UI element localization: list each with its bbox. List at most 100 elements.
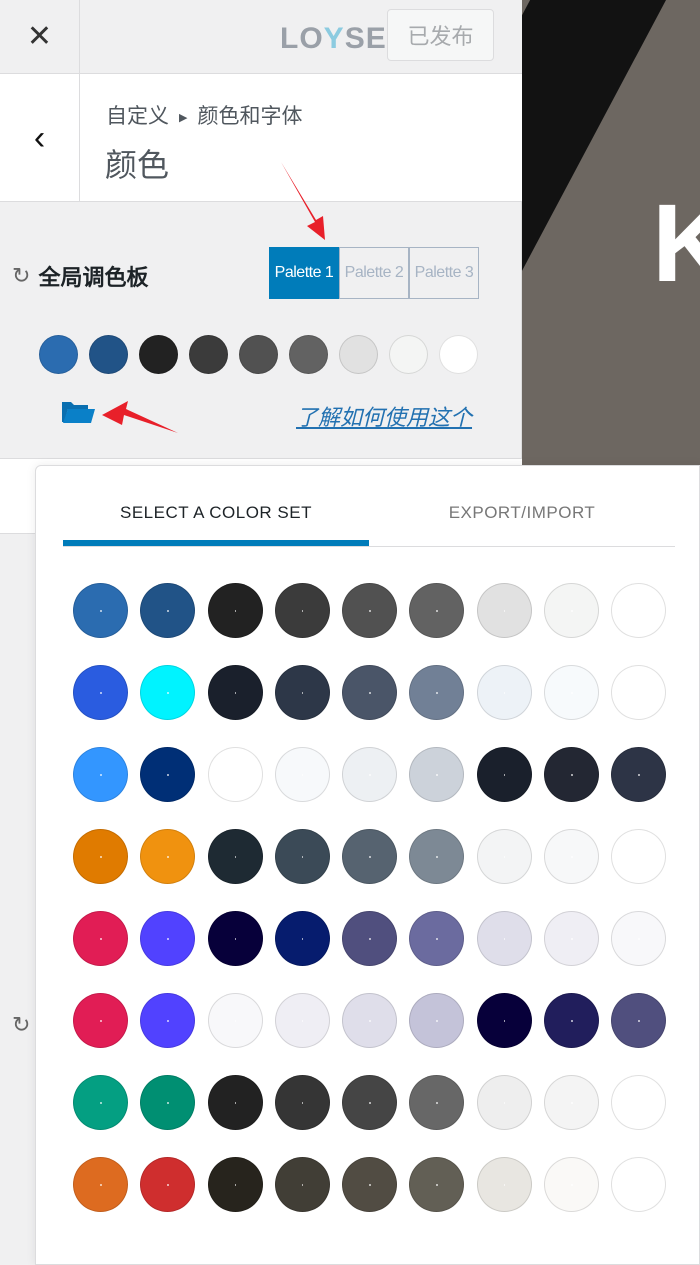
color-set-swatch[interactable]: [207, 583, 263, 638]
color-set-swatch[interactable]: [140, 747, 196, 802]
section-header: ‹ 自定义 ▶ 颜色和字体 颜色: [0, 74, 522, 202]
color-set-swatch[interactable]: [611, 665, 667, 720]
color-set-swatch[interactable]: [544, 747, 600, 802]
color-set-swatch[interactable]: [409, 829, 465, 884]
color-set-swatch[interactable]: [140, 911, 196, 966]
learn-how-link[interactable]: 了解如何使用这个: [296, 400, 472, 432]
palette-color-swatch[interactable]: [139, 335, 178, 374]
color-set-swatch[interactable]: [409, 1075, 465, 1130]
color-set-swatch[interactable]: [274, 993, 330, 1048]
color-set-swatch[interactable]: [207, 1157, 263, 1212]
color-set-swatch[interactable]: [409, 583, 465, 638]
palette-color-swatch[interactable]: [239, 335, 278, 374]
tab-export-import[interactable]: EXPORT/IMPORT: [369, 466, 675, 546]
reset-icon[interactable]: ↻: [12, 263, 30, 289]
back-button[interactable]: ‹: [0, 74, 80, 202]
color-set-swatch[interactable]: [73, 1075, 128, 1130]
color-set-swatch[interactable]: [342, 665, 398, 720]
color-set-swatch[interactable]: [140, 665, 196, 720]
color-set-swatch[interactable]: [73, 993, 128, 1048]
color-set-swatch[interactable]: [207, 1075, 263, 1130]
palette-swatches: [39, 335, 478, 374]
color-set-swatch[interactable]: [274, 911, 330, 966]
color-set-swatch[interactable]: [342, 1157, 398, 1212]
popup-tabs: SELECT A COLOR SET EXPORT/IMPORT: [63, 466, 675, 547]
color-set-swatch[interactable]: [342, 747, 398, 802]
folder-open-icon[interactable]: [60, 398, 96, 424]
color-set-grid: [73, 583, 667, 1212]
color-set-swatch[interactable]: [544, 665, 600, 720]
color-set-swatch[interactable]: [342, 993, 398, 1048]
palette-tabs: Palette 1 Palette 2 Palette 3: [269, 247, 479, 299]
color-set-swatch[interactable]: [544, 993, 600, 1048]
color-set-swatch[interactable]: [544, 1075, 600, 1130]
color-set-swatch[interactable]: [207, 665, 263, 720]
color-set-swatch[interactable]: [207, 829, 263, 884]
color-set-swatch[interactable]: [409, 747, 465, 802]
color-set-swatch[interactable]: [476, 911, 532, 966]
color-set-swatch[interactable]: [611, 747, 667, 802]
color-set-swatch[interactable]: [274, 1157, 330, 1212]
color-set-swatch[interactable]: [73, 583, 128, 638]
color-set-swatch[interactable]: [476, 747, 532, 802]
color-set-swatch[interactable]: [476, 1075, 532, 1130]
color-set-swatch[interactable]: [409, 665, 465, 720]
color-set-swatch[interactable]: [73, 911, 128, 966]
color-set-swatch[interactable]: [544, 829, 600, 884]
color-set-swatch[interactable]: [611, 1075, 667, 1130]
color-set-swatch[interactable]: [476, 583, 532, 638]
color-set-swatch[interactable]: [611, 1157, 667, 1212]
color-set-swatch[interactable]: [73, 747, 128, 802]
palette-color-swatch[interactable]: [39, 335, 78, 374]
preview-heading-letter: K: [652, 182, 700, 305]
palette-tab-2[interactable]: Palette 2: [339, 247, 409, 299]
color-set-swatch[interactable]: [476, 993, 532, 1048]
color-set-swatch[interactable]: [274, 1075, 330, 1130]
color-set-swatch[interactable]: [611, 993, 667, 1048]
palette-color-swatch[interactable]: [289, 335, 328, 374]
color-set-swatch[interactable]: [140, 1157, 196, 1212]
palette-color-swatch[interactable]: [339, 335, 378, 374]
color-set-swatch[interactable]: [476, 665, 532, 720]
color-set-swatch[interactable]: [207, 911, 263, 966]
palette-color-swatch[interactable]: [89, 335, 128, 374]
color-set-swatch[interactable]: [342, 911, 398, 966]
color-set-swatch[interactable]: [409, 993, 465, 1048]
palette-color-swatch[interactable]: [189, 335, 228, 374]
publish-button[interactable]: 已发布: [387, 9, 494, 61]
color-set-swatch[interactable]: [409, 1157, 465, 1212]
palette-tab-3[interactable]: Palette 3: [409, 247, 479, 299]
color-set-swatch[interactable]: [274, 829, 330, 884]
color-set-swatch[interactable]: [274, 583, 330, 638]
color-set-swatch[interactable]: [544, 1157, 600, 1212]
color-set-swatch[interactable]: [342, 829, 398, 884]
tab-select-color-set[interactable]: SELECT A COLOR SET: [63, 466, 369, 546]
color-set-swatch[interactable]: [73, 665, 128, 720]
color-set-swatch[interactable]: [140, 993, 196, 1048]
color-set-popup: SELECT A COLOR SET EXPORT/IMPORT: [35, 465, 700, 1265]
color-set-swatch[interactable]: [140, 829, 196, 884]
color-set-swatch[interactable]: [342, 583, 398, 638]
color-set-swatch[interactable]: [476, 829, 532, 884]
palette-color-swatch[interactable]: [389, 335, 428, 374]
color-set-swatch[interactable]: [140, 583, 196, 638]
color-set-swatch[interactable]: [409, 911, 465, 966]
color-set-swatch[interactable]: [207, 993, 263, 1048]
color-set-swatch[interactable]: [207, 747, 263, 802]
color-set-swatch[interactable]: [274, 747, 330, 802]
color-set-swatch[interactable]: [611, 583, 667, 638]
color-set-swatch[interactable]: [544, 911, 600, 966]
close-button[interactable]: ✕: [0, 0, 80, 73]
color-set-swatch[interactable]: [342, 1075, 398, 1130]
reset-icon[interactable]: ↻: [12, 1012, 30, 1038]
palette-color-swatch[interactable]: [439, 335, 478, 374]
color-set-swatch[interactable]: [544, 583, 600, 638]
color-set-swatch[interactable]: [611, 829, 667, 884]
color-set-swatch[interactable]: [73, 1157, 128, 1212]
color-set-swatch[interactable]: [73, 829, 128, 884]
color-set-swatch[interactable]: [611, 911, 667, 966]
color-set-swatch[interactable]: [476, 1157, 532, 1212]
palette-tab-1[interactable]: Palette 1: [269, 247, 339, 299]
color-set-swatch[interactable]: [140, 1075, 196, 1130]
color-set-swatch[interactable]: [274, 665, 330, 720]
